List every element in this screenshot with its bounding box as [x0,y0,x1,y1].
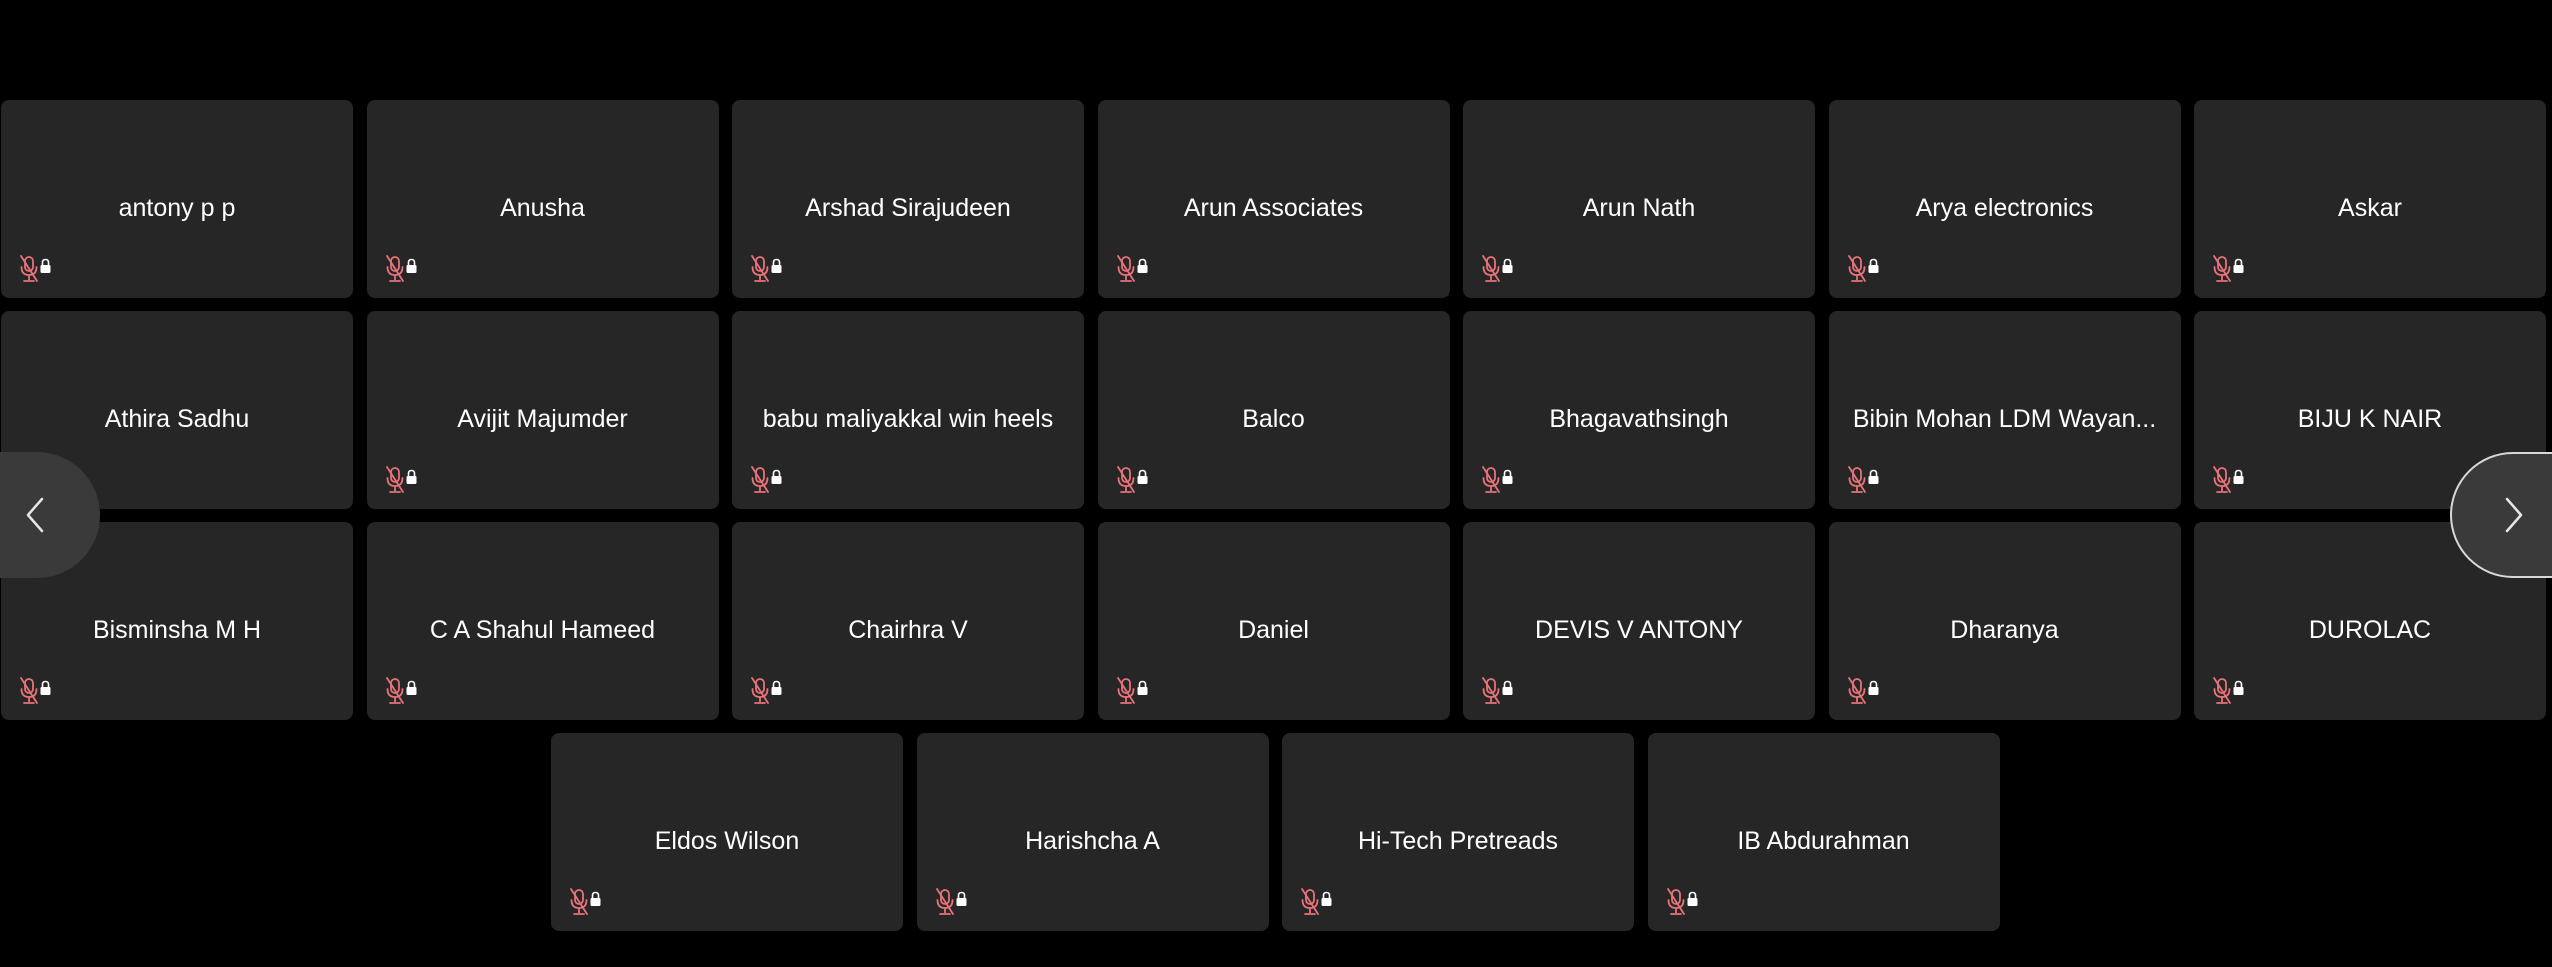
mic-off-icon [20,677,51,704]
mic-off-icon [20,255,51,282]
lock-icon [1137,469,1147,484]
mic-off-icon [1666,888,1697,915]
mic-off-icon [1116,466,1147,493]
participant-name: Chairhra V [848,616,968,644]
mic-off-icon [751,677,782,704]
lock-icon [40,258,51,273]
mic-off-icon [751,466,782,493]
participant-name: Bhagavathsingh [1549,405,1729,433]
mic-off-icon [570,888,601,915]
participant-tile[interactable]: babu maliyakkal win heels [732,311,1084,509]
mic-off-icon [2213,255,2244,282]
participant-tile[interactable]: Chairhra V [732,522,1084,720]
participant-name: Askar [2338,194,2402,222]
participant-name: DUROLAC [2308,616,2432,644]
participant-tile[interactable]: Anusha [366,100,719,298]
lock-icon [406,469,416,484]
participant-tile[interactable]: DEVIS V ANTONY [1463,522,1815,720]
participant-name: antony p p [118,194,236,222]
participant-name: Bibin Mohan LDM Wayan... [1852,405,2157,433]
participant-tile[interactable]: Askar [2194,100,2546,298]
participant-name: Dharanya [1950,616,2059,644]
participant-tile[interactable]: Harishcha A [916,733,1269,931]
participant-tile[interactable]: C A Shahul Hameed [366,522,719,720]
lock-icon [590,891,601,906]
participant-name: babu maliyakkal win heels [762,405,1054,433]
lock-icon [1868,258,1878,273]
lock-icon [406,258,416,273]
participant-tile[interactable]: Daniel [1097,522,1450,720]
lock-icon [771,680,782,695]
participant-name: Arshad Sirajudeen [805,194,1011,222]
participant-name: Anusha [500,194,585,222]
participant-tile[interactable]: Bibin Mohan LDM Wayan... [1828,311,2181,509]
participant-name: Eldos Wilson [654,827,800,855]
participant-tile[interactable]: Hi-Tech Pretreads [1282,733,1634,931]
participant-tile[interactable]: Arshad Sirajudeen [732,100,1084,298]
lock-icon [1137,680,1147,695]
participant-name: C A Shahul Hameed [429,616,656,644]
mic-off-icon [1847,677,1878,704]
participant-tile[interactable]: IB Abdurahman [1647,733,2000,931]
lock-icon [1502,680,1513,695]
lock-icon [1502,469,1513,484]
lock-icon [1502,258,1513,273]
participant-name: Daniel [1238,616,1309,644]
lock-icon [40,680,51,695]
lock-icon [2233,258,2244,273]
mic-off-icon [1847,255,1878,282]
participant-name: Bisminsha M H [92,616,262,644]
participant-name: Athira Sadhu [104,405,250,433]
mic-off-icon [1482,255,1513,282]
lock-icon [1321,891,1332,906]
participant-tile[interactable]: Bhagavathsingh [1463,311,1815,509]
participant-gallery: antony p p Anusha Arshad Sirajudeen Arun As… [0,0,2552,967]
participant-name: Avijit Majumder [457,405,628,433]
participant-name: BIJU K NAIR [2297,405,2443,433]
mic-off-icon [1301,888,1332,915]
mic-off-icon [385,677,416,704]
mic-off-icon [1482,677,1513,704]
participant-tile[interactable]: Arun Associates [1097,100,1450,298]
participant-tile[interactable]: Arun Nath [1463,100,1815,298]
lock-icon [1868,680,1878,695]
participant-name: Harishcha A [1025,827,1160,855]
mic-off-icon [2213,677,2244,704]
participant-name: DEVIS V ANTONY [1535,616,1743,644]
lock-icon [956,891,966,906]
participant-tile[interactable]: Dharanya [1828,522,2181,720]
chevron-right-icon [2505,497,2523,533]
mic-off-icon [2213,466,2244,493]
mic-off-icon [935,888,966,915]
lock-icon [1868,469,1878,484]
participant-tile[interactable]: Avijit Majumder [366,311,719,509]
participant-name: Arun Associates [1183,194,1364,222]
participant-name: Arun Nath [1582,194,1696,222]
participant-name: Hi-Tech Pretreads [1357,827,1559,855]
lock-icon [771,258,782,273]
participant-name: Balco [1242,405,1305,433]
mic-off-icon [751,255,782,282]
lock-icon [2233,469,2244,484]
lock-icon [2233,680,2244,695]
mic-off-icon [1116,255,1147,282]
mic-off-icon [385,255,416,282]
lock-icon [406,680,416,695]
participant-tile[interactable]: Arya electronics [1828,100,2181,298]
participant-tile[interactable]: antony p p [1,100,353,298]
lock-icon [1137,258,1147,273]
mic-off-icon [1116,677,1147,704]
mic-off-icon [1847,466,1878,493]
mic-off-icon [1482,466,1513,493]
chevron-left-icon [26,497,44,533]
participant-name: IB Abdurahman [1737,827,1910,855]
lock-icon [771,469,782,484]
lock-icon [1687,891,1697,906]
participant-tile[interactable]: Balco [1097,311,1450,509]
participant-tile[interactable]: Eldos Wilson [551,733,903,931]
mic-off-icon [385,466,416,493]
participant-name: Arya electronics [1915,194,2094,222]
